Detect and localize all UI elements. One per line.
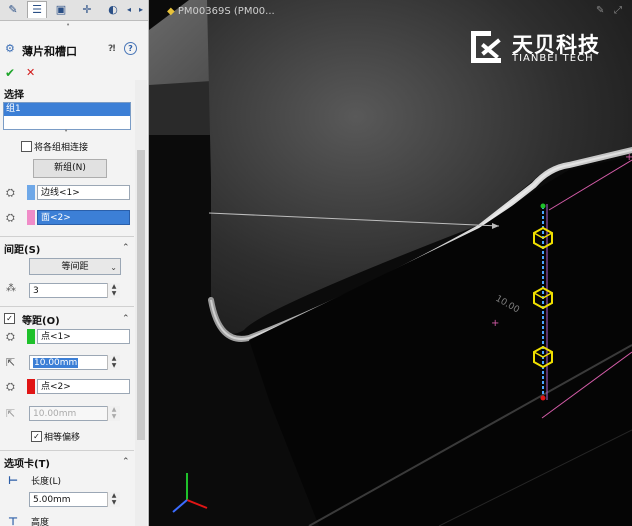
spacing-mode-value: 等间距 [61, 262, 89, 272]
point2-color-swatch [27, 379, 35, 394]
distance1-field[interactable]: 10.00mm [29, 355, 119, 370]
selection-section-header[interactable]: 选择 [4, 86, 24, 101]
part-icon: ◆ [167, 6, 175, 17]
spacing-section-header[interactable]: 间距(S) [4, 241, 40, 256]
height-icon: ⊤ [8, 515, 19, 526]
document-title: PM00369S (PM00... [177, 6, 275, 17]
collapse-tab-section-icon[interactable]: ⌃ [122, 457, 130, 467]
section-divider [0, 306, 134, 307]
help-icon[interactable]: ? [124, 42, 137, 55]
instance-count-spinner[interactable]: ▲ ▼ [107, 283, 120, 298]
grip-dot-icon: • [66, 21, 71, 29]
crosshair-marker: + [491, 318, 499, 329]
document-breadcrumb[interactable]: ◆ PM00369S (PM00... [167, 6, 275, 17]
instance-count-field[interactable]: 3 [29, 283, 119, 298]
edge-field[interactable]: 边线<1> [37, 185, 130, 200]
display-manager-tab[interactable]: ◐ [104, 2, 122, 18]
expand-icon[interactable]: ⤢ [614, 5, 622, 16]
instance-count-icon: ⁂ [6, 283, 16, 294]
equal-offset-checkbox[interactable]: ✓ [31, 431, 42, 442]
ok-button[interactable]: ✔ [5, 66, 15, 80]
point1-selector-icon: ⛭ [6, 330, 15, 343]
feature-manager-tab[interactable]: ✎ [4, 2, 22, 18]
new-group-button[interactable]: 新组(N) [33, 159, 107, 178]
edge-color-swatch [27, 185, 35, 200]
length-spinner[interactable]: ▲ ▼ [107, 492, 120, 507]
collapse-equal-distance-icon[interactable]: ⌃ [122, 314, 130, 324]
dim-xpert-tab[interactable]: ✛ [78, 2, 96, 18]
group-list[interactable]: 组1 [3, 102, 131, 130]
distance1-icon: ⇱ [6, 356, 16, 369]
property-manager-tab[interactable]: ☰ [27, 1, 47, 18]
distance2-spinner[interactable]: ▲ ▼ [107, 406, 120, 421]
pin-icon[interactable]: ✎ [596, 5, 604, 16]
tab-instance-marker[interactable] [532, 286, 554, 310]
face-field[interactable]: 面<2> [37, 210, 130, 225]
point2-selector-icon: ⛭ [6, 380, 15, 393]
connect-groups-checkbox[interactable] [21, 141, 32, 152]
model-scene: + + 10.00 [149, 0, 632, 526]
chevron-down-icon: ⌄ [110, 263, 117, 272]
panel-title: 薄片和槽口 [22, 45, 77, 58]
tab-slot-feature-icon: ⚙ [5, 42, 15, 55]
tianbei-logo-mark [471, 31, 505, 63]
logo-english-text: TIANBEI TECH [512, 53, 594, 64]
equal-distance-section-header[interactable]: 等距(O) [22, 312, 60, 327]
tab-scroll-right-icon[interactable]: ▸ [136, 2, 146, 18]
end-point-marker [540, 395, 546, 401]
edge-selector-icon: ⛭ [6, 186, 15, 199]
equal-offset-label: 相等偏移 [44, 433, 81, 443]
cancel-button[interactable]: ✕ [26, 66, 35, 79]
property-manager-panel: ✎ ☰ ▣ ✛ ◐ ◂ ▸ • ⚙ 薄片和槽口 ⁈ ? ✔ ✕ 选择 ⌃ 组1 … [0, 0, 149, 526]
face-selector-icon: ⛭ [6, 211, 15, 224]
distance1-spinner[interactable]: ▲ ▼ [107, 355, 120, 370]
configuration-manager-tab[interactable]: ▣ [52, 2, 70, 18]
distance2-field[interactable]: 10.00mm [29, 406, 119, 421]
tab-scroll-left-icon[interactable]: ◂ [124, 2, 134, 18]
length-label: 长度(L) [31, 477, 62, 487]
section-divider [0, 450, 134, 451]
panel-scrollbar[interactable] [135, 80, 147, 526]
list-resize-grip-icon[interactable]: • [64, 127, 68, 135]
section-divider [0, 236, 134, 237]
equal-distance-checkbox[interactable]: ✓ [4, 313, 15, 324]
crosshair-marker: + [625, 152, 632, 163]
length-field[interactable]: 5.00mm [29, 492, 119, 507]
distance2-icon: ⇱ [6, 407, 16, 420]
point1-field[interactable]: 点<1> [37, 329, 130, 344]
point2-field[interactable]: 点<2> [37, 379, 130, 394]
face-color-swatch [27, 210, 35, 225]
spacing-mode-select[interactable]: 等间距 ⌄ [29, 258, 121, 275]
height-label: 高度 [31, 518, 50, 526]
tab-instance-marker[interactable] [532, 345, 554, 369]
distance1-value: 10.00mm [33, 358, 79, 368]
connect-groups-label: 将各组相连接 [34, 143, 89, 153]
scrollbar-thumb[interactable] [137, 150, 145, 440]
length-icon: ⊢ [8, 474, 19, 487]
start-point-marker [540, 203, 546, 209]
point1-color-swatch [27, 329, 35, 344]
collapse-spacing-icon[interactable]: ⌃ [122, 243, 130, 253]
group-list-item[interactable]: 组1 [4, 103, 130, 116]
graphics-viewport[interactable]: + + 10.00 ◆ PM00369S (PM00... ✎ ⤢ 天贝科技 T… [149, 0, 632, 526]
tab-instance-marker[interactable] [532, 226, 554, 250]
whats-new-icon[interactable]: ⁈ [108, 44, 115, 54]
panel-tab-strip: ✎ ☰ ▣ ✛ ◐ ◂ ▸ [0, 0, 148, 21]
tab-section-header[interactable]: 选项卡(T) [4, 455, 50, 470]
